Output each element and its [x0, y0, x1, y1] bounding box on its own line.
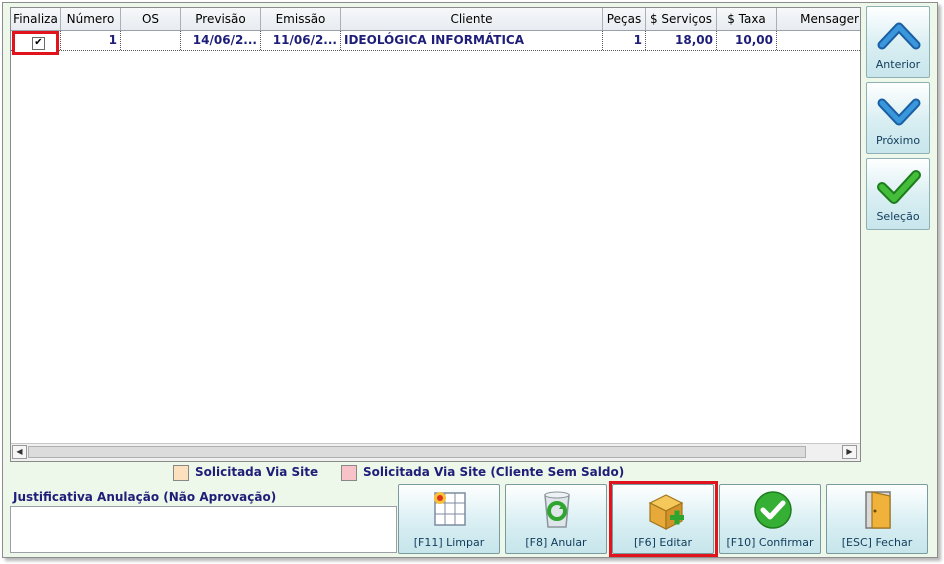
finaliza-checkbox[interactable]: ✔ — [32, 37, 45, 50]
justificativa-label: Justificativa Anulação (Não Aprovação) — [13, 490, 277, 504]
clear-grid-icon — [434, 492, 466, 526]
scroll-right-button[interactable]: ▶ — [842, 445, 857, 459]
justificativa-input[interactable] — [10, 506, 397, 553]
anular-button[interactable]: [F8] Anular — [505, 484, 607, 554]
proximo-button[interactable]: Próximo — [866, 82, 930, 154]
confirmar-button[interactable]: [F10] Confirmar — [719, 484, 821, 554]
confirm-check-icon — [754, 491, 792, 529]
legend-sem-saldo-swatch — [341, 464, 357, 481]
col-pecas[interactable]: Peças — [603, 8, 646, 30]
main-window: Finaliza Número OS Previsão Emissão Clie… — [2, 2, 938, 558]
cell-emissao: 11/06/2... — [261, 31, 341, 50]
selecao-label: Seleção — [876, 210, 920, 223]
chevron-down-icon — [877, 98, 921, 126]
cell-pecas: 1 — [603, 31, 646, 50]
horizontal-scrollbar[interactable]: ◀ ▶ — [11, 443, 860, 461]
selecao-button[interactable]: Seleção — [866, 158, 930, 230]
anterior-button[interactable]: Anterior — [866, 6, 930, 78]
legend-site: Solicitada Via Site — [173, 463, 318, 481]
chevron-up-icon — [877, 22, 921, 50]
confirmar-label: [F10] Confirmar — [726, 536, 814, 549]
anterior-label: Anterior — [875, 58, 921, 71]
editar-highlight-frame — [609, 481, 718, 557]
cell-cliente: IDEOLÓGICA INFORMÁTICA — [341, 31, 603, 50]
col-numero[interactable]: Número — [61, 8, 121, 30]
scroll-left-button[interactable]: ◀ — [12, 445, 27, 459]
recycle-bin-icon — [544, 491, 570, 528]
fechar-button[interactable]: [ESC] Fechar — [826, 484, 928, 554]
grid-header: Finaliza Número OS Previsão Emissão Clie… — [11, 8, 860, 31]
checkmark-icon — [877, 170, 921, 204]
col-mensagem[interactable]: Mensager — [777, 8, 860, 30]
col-emissao[interactable]: Emissão — [261, 8, 341, 30]
col-os[interactable]: OS — [121, 8, 181, 30]
cell-servicos: 18,00 — [646, 31, 717, 50]
limpar-label: [F11] Limpar — [413, 536, 485, 549]
cell-taxa: 10,00 — [717, 31, 777, 50]
legend-site-sem-saldo: Solicitada Via Site (Cliente Sem Saldo) — [341, 463, 624, 481]
col-finaliza[interactable]: Finaliza — [11, 8, 61, 30]
legend-sem-saldo-label: Solicitada Via Site (Cliente Sem Saldo) — [363, 465, 625, 479]
orders-grid[interactable]: Finaliza Número OS Previsão Emissão Clie… — [10, 7, 861, 462]
limpar-button[interactable]: [F11] Limpar — [398, 484, 500, 554]
legend-site-swatch — [173, 464, 189, 481]
legend-site-label: Solicitada Via Site — [195, 465, 319, 479]
col-taxa[interactable]: $ Taxa — [717, 8, 777, 30]
cell-mensagem — [777, 31, 860, 50]
exit-door-icon — [865, 491, 891, 529]
cell-previsao: 14/06/2... — [181, 31, 261, 50]
proximo-label: Próximo — [875, 134, 921, 147]
cell-os — [121, 31, 181, 50]
col-servicos[interactable]: $ Serviços — [646, 8, 717, 30]
col-previsao[interactable]: Previsão — [181, 8, 261, 30]
anular-label: [F8] Anular — [525, 536, 587, 549]
col-cliente[interactable]: Cliente — [341, 8, 603, 30]
finaliza-checkbox-highlight[interactable]: ✔ — [12, 31, 59, 55]
table-row[interactable]: 1 14/06/2... 11/06/2... IDEOLÓGICA INFOR… — [11, 31, 860, 51]
scroll-thumb[interactable] — [28, 446, 806, 458]
fechar-label: [ESC] Fechar — [841, 536, 913, 549]
cell-numero: 1 — [61, 31, 121, 50]
